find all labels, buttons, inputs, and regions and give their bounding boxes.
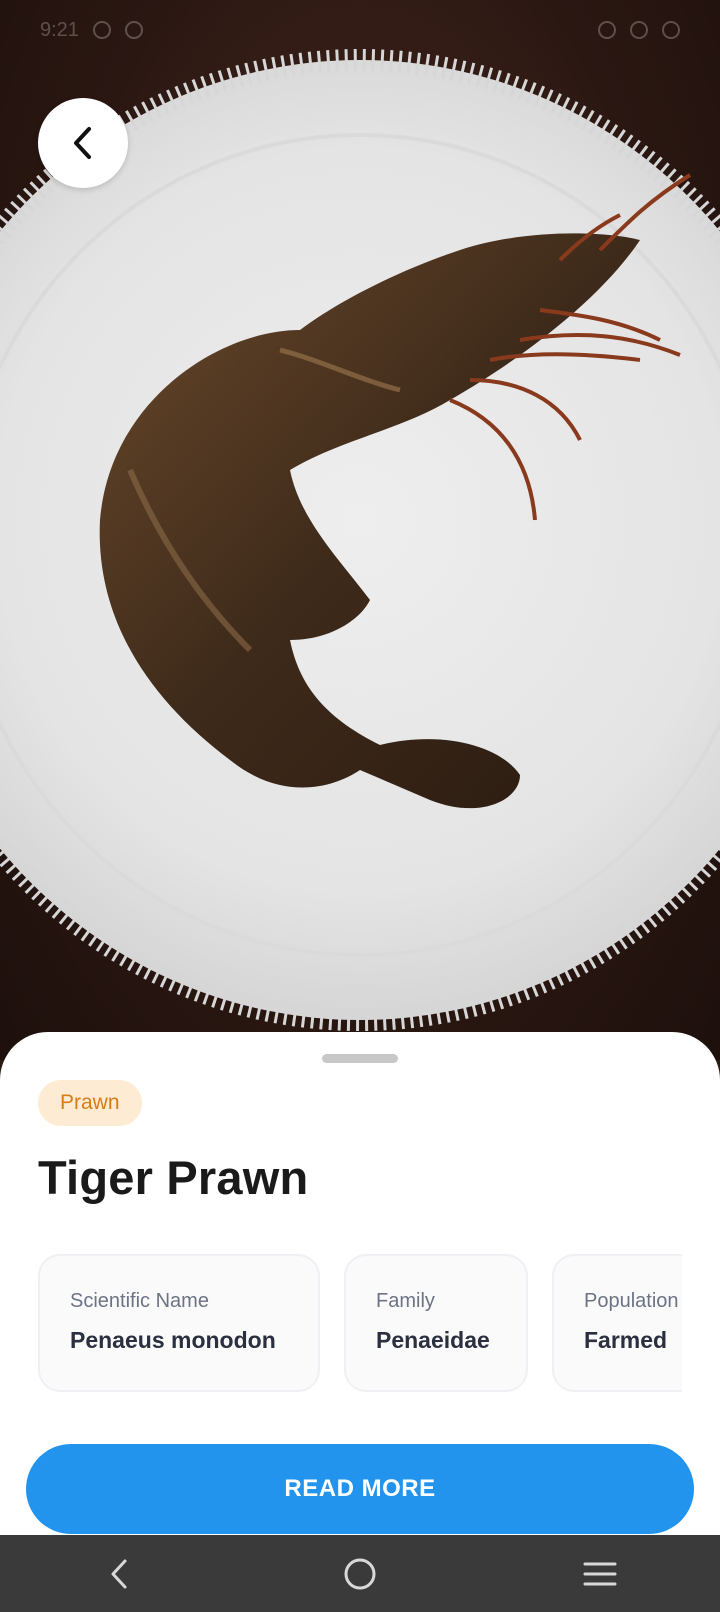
info-card-population: Population Farmed bbox=[552, 1254, 682, 1392]
status-time: 9:21 bbox=[40, 18, 79, 41]
info-card-value: Farmed bbox=[584, 1327, 668, 1353]
alarm-icon bbox=[598, 21, 616, 39]
nav-recents-button[interactable] bbox=[560, 1544, 640, 1604]
species-detail-sheet: Prawn Tiger Prawn Scientific Name Penaeu… bbox=[0, 1032, 720, 1535]
category-tag: Prawn bbox=[38, 1080, 142, 1126]
wifi-icon bbox=[630, 21, 648, 39]
info-card-label: Population bbox=[584, 1290, 679, 1312]
nav-back-button[interactable] bbox=[80, 1544, 160, 1604]
info-card-value: Penaeidae bbox=[376, 1327, 490, 1353]
info-card-label: Family bbox=[376, 1290, 435, 1312]
info-card-label: Scientific Name bbox=[70, 1290, 209, 1312]
recent-apps-icon bbox=[583, 1562, 617, 1585]
chevron-left-icon bbox=[74, 127, 91, 159]
drag-handle[interactable] bbox=[322, 1054, 398, 1063]
info-card-family: Family Penaeidae bbox=[344, 1254, 528, 1392]
read-more-button[interactable]: READ MORE bbox=[26, 1444, 694, 1534]
back-icon bbox=[111, 1559, 127, 1588]
info-card-value: Penaeus monodon bbox=[70, 1327, 276, 1353]
notification-icon bbox=[92, 21, 111, 39]
battery-icon bbox=[662, 21, 680, 39]
info-cards-scroller[interactable]: Scientific Name Penaeus monodon Family P… bbox=[38, 1254, 682, 1396]
home-icon bbox=[344, 1558, 376, 1589]
notification-icon bbox=[124, 21, 143, 39]
species-title: Tiger Prawn bbox=[38, 1151, 309, 1204]
info-card-scientific-name: Scientific Name Penaeus monodon bbox=[38, 1254, 320, 1392]
system-nav-bar bbox=[0, 1535, 720, 1612]
back-button[interactable] bbox=[38, 98, 128, 188]
nav-home-button[interactable] bbox=[320, 1544, 400, 1604]
status-bar: 9:21 bbox=[0, 0, 720, 60]
